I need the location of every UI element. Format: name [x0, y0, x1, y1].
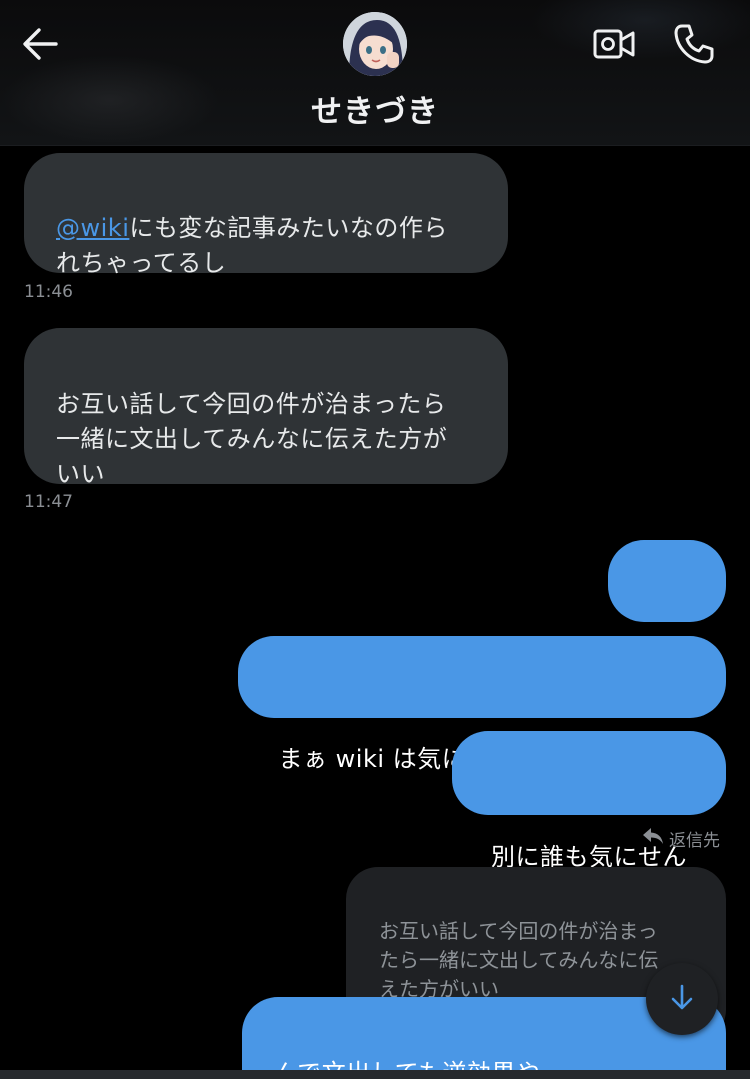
- dm-conversation-screen: @wikiにも変な記事みたいなの作ら れちゃってるし 11:46 お互い話して今…: [0, 0, 750, 1079]
- mention-link[interactable]: @wiki: [56, 214, 129, 242]
- arrow-left-icon: [20, 28, 62, 66]
- message-bubble-outgoing[interactable]: 別に誰も気にせん: [452, 731, 726, 871]
- reply-arrow-icon: [642, 826, 664, 851]
- reply-to-text: 返信先: [669, 831, 720, 851]
- message-timestamp: 11:46: [24, 282, 73, 302]
- voice-call-button[interactable]: [672, 22, 716, 66]
- message-bubble-outgoing[interactable]: あー: [608, 540, 726, 677]
- phone-icon: [672, 24, 716, 70]
- video-camera-icon: [592, 29, 636, 66]
- quoted-message-text: お互い話して今回の件が治まっ たら一緒に文出してみんなに伝 えた方がいい: [379, 919, 659, 1001]
- back-button[interactable]: [20, 26, 62, 62]
- message-timestamp: 11:47: [24, 492, 73, 512]
- scroll-to-bottom-button[interactable]: [646, 963, 718, 1035]
- message-bubble-outgoing[interactable]: まぁ wiki は気にせんで良くないか？: [238, 636, 726, 773]
- composer-edge: [0, 1070, 750, 1079]
- message-bubble-incoming[interactable]: @wikiにも変な記事みたいなの作ら れちゃってるし: [24, 153, 508, 277]
- avatar[interactable]: [343, 12, 407, 76]
- message-bubble-incoming[interactable]: お互い話して今回の件が治まったら 一緒に文出してみんなに伝えた方が いい: [24, 328, 508, 488]
- contact-name[interactable]: せきづき: [0, 86, 750, 131]
- conversation-header: せきづき: [0, 0, 750, 146]
- reply-to-label: 返信先: [642, 826, 720, 851]
- message-text: お互い話して今回の件が治まったら 一緒に文出してみんなに伝えた方が いい: [56, 390, 448, 488]
- arrow-down-icon: [669, 983, 695, 1015]
- video-call-button[interactable]: [592, 26, 636, 62]
